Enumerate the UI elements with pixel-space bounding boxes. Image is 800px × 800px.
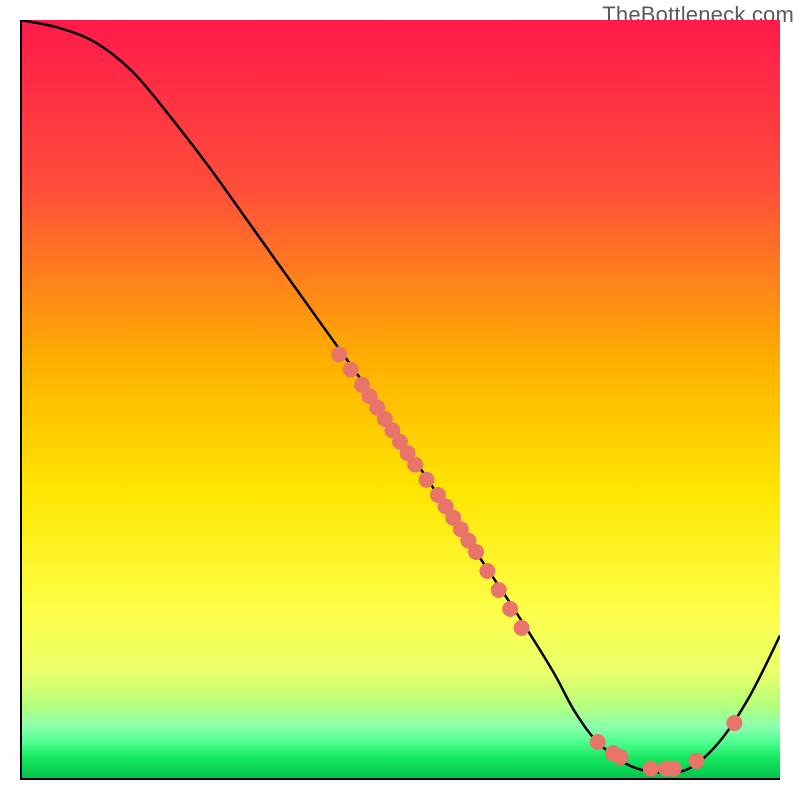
scatter-point	[407, 457, 423, 473]
scatter-points	[331, 346, 742, 776]
scatter-point	[419, 472, 435, 488]
scatter-point	[479, 563, 495, 579]
scatter-point	[590, 734, 606, 750]
scatter-point	[502, 601, 518, 617]
scatter-point	[666, 761, 682, 777]
scatter-point	[612, 749, 628, 765]
scatter-point	[726, 715, 742, 731]
scatter-point	[331, 346, 347, 362]
scatter-point	[643, 761, 659, 777]
scatter-point	[468, 544, 484, 560]
chart-container: TheBottleneck.com	[0, 0, 800, 800]
scatter-point	[688, 753, 704, 769]
scatter-point	[514, 620, 530, 636]
plot-area	[20, 20, 780, 780]
scatter-point	[491, 582, 507, 598]
bottleneck-curve	[20, 20, 780, 773]
chart-overlay	[20, 20, 780, 780]
scatter-point	[343, 362, 359, 378]
